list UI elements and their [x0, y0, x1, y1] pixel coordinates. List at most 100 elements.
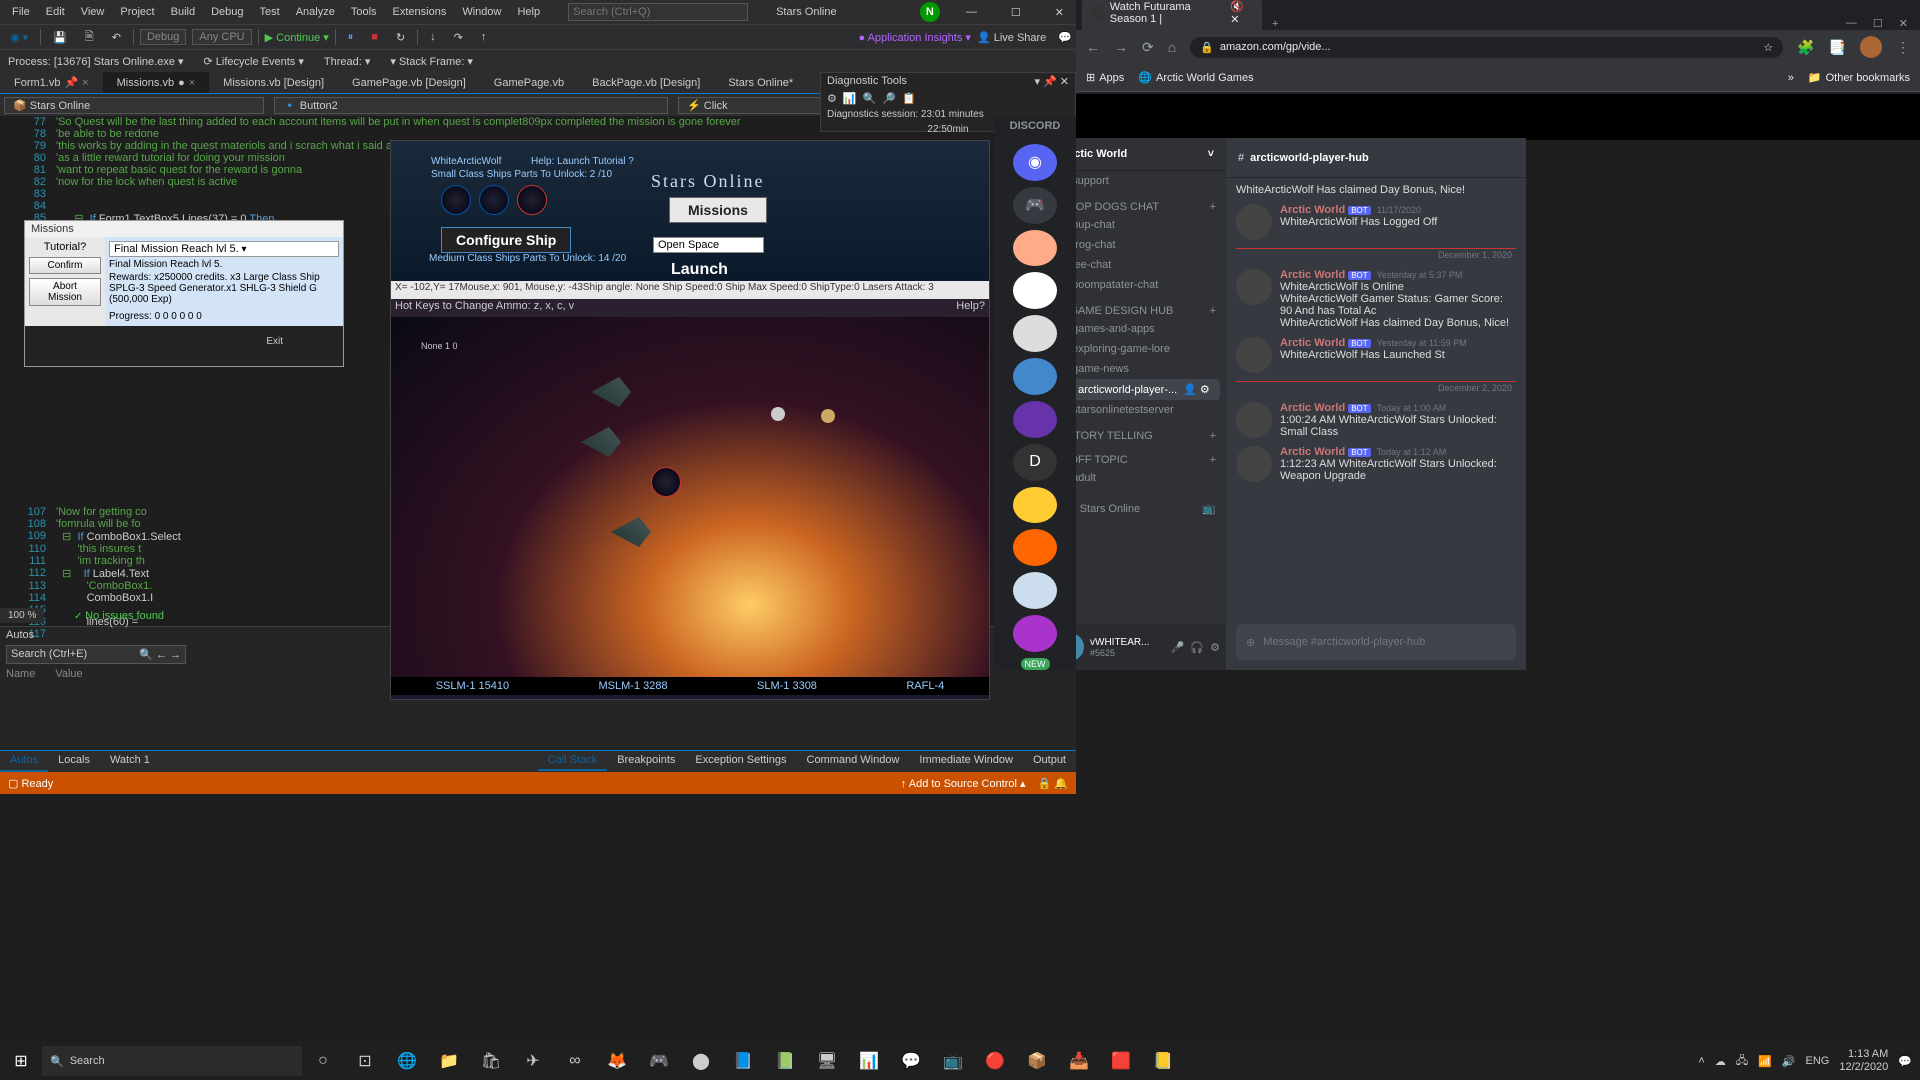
tray-volume-icon[interactable]: 🔊: [1782, 1055, 1796, 1068]
mute-icon[interactable]: 🎤: [1171, 641, 1185, 654]
app-insights[interactable]: ● Application Insights ▾: [858, 31, 970, 44]
cat-offtopic[interactable]: ˅ OFF TOPIC+: [1050, 444, 1226, 468]
channel-games[interactable]: #games-and-apps: [1050, 319, 1226, 339]
tray-wifi-icon[interactable]: 📶: [1758, 1055, 1772, 1068]
server-4[interactable]: [1013, 315, 1057, 352]
channel-player-hub[interactable]: #arcticworld-player-... 👤 ⚙: [1056, 379, 1220, 400]
avatar[interactable]: [1236, 337, 1272, 373]
bookmark-arctic[interactable]: 🌐 Arctic World Games: [1138, 71, 1253, 84]
other-bookmarks[interactable]: 📁 Other bookmarks: [1808, 71, 1910, 84]
enemy-ship-1[interactable]: [591, 377, 631, 407]
apps-button[interactable]: ⊞ Apps: [1086, 71, 1124, 84]
undo-icon[interactable]: ↶: [106, 29, 127, 46]
btab-breakpoints[interactable]: Breakpoints: [607, 751, 685, 771]
target-1[interactable]: [651, 467, 681, 497]
app-icon-5[interactable]: 🔴: [974, 1042, 1016, 1080]
avatar[interactable]: [1236, 446, 1272, 482]
menu-project[interactable]: Project: [112, 4, 162, 20]
diag-close-icon[interactable]: ▾ 📌 ✕: [1034, 75, 1069, 88]
exit-button[interactable]: Exit: [266, 336, 283, 347]
ship-icon-2[interactable]: [479, 185, 509, 215]
close-icon[interactable]: ✕: [1047, 4, 1072, 21]
tab-starsonline[interactable]: Stars Online*: [714, 72, 807, 93]
chrome-min-icon[interactable]: —: [1846, 17, 1857, 30]
chrome-max-icon[interactable]: ☐: [1873, 17, 1883, 30]
url-bar[interactable]: 🔒amazon.com/gp/vide...☆: [1190, 37, 1783, 58]
menu-window[interactable]: Window: [454, 4, 509, 20]
new-tab-icon[interactable]: +: [1262, 18, 1288, 30]
tray-notifications-icon[interactable]: 💬: [1898, 1055, 1912, 1068]
continue-button[interactable]: ▶ Continue ▾: [265, 31, 329, 44]
discord-icon[interactable]: 💬: [890, 1042, 932, 1080]
help-link[interactable]: Help?: [956, 300, 985, 316]
btab-autos[interactable]: Autos: [0, 751, 48, 772]
autos-search[interactable]: Search (Ctrl+E)🔍 ← →: [6, 645, 186, 664]
btab-callstack[interactable]: Call Stack: [538, 751, 608, 771]
server-8[interactable]: [1013, 487, 1057, 524]
deafen-icon[interactable]: 🎧: [1190, 641, 1204, 654]
channel-lee[interactable]: #lee-chat: [1050, 255, 1226, 275]
menu-build[interactable]: Build: [163, 4, 203, 20]
forward-button[interactable]: →: [1114, 39, 1128, 55]
chrome-tab[interactable]: Watch Futurama Season 1 | 🔇 ✕: [1082, 0, 1262, 30]
menu-test[interactable]: Test: [252, 4, 288, 20]
avatar[interactable]: [1236, 269, 1272, 305]
btab-locals[interactable]: Locals: [48, 751, 100, 772]
firefox-icon[interactable]: 🦊: [596, 1042, 638, 1080]
menu-view[interactable]: View: [73, 4, 113, 20]
channel-news[interactable]: #game-news: [1050, 359, 1226, 379]
player-ship[interactable]: [611, 517, 651, 547]
server-1[interactable]: 🎮: [1013, 187, 1057, 224]
server-7[interactable]: D: [1013, 444, 1057, 481]
menu-debug[interactable]: Debug: [203, 4, 251, 20]
app-icon-3[interactable]: 🖥: [806, 1042, 848, 1080]
profile-avatar[interactable]: [1860, 36, 1882, 58]
server-2[interactable]: [1013, 230, 1057, 267]
tray-clock[interactable]: 1:13 AM12/2/2020: [1839, 1048, 1888, 1074]
explorer-icon[interactable]: 📁: [428, 1042, 470, 1080]
platform-combo[interactable]: Any CPU: [192, 29, 251, 45]
reload-icon[interactable]: ⟳: [1142, 39, 1154, 56]
channel-frog[interactable]: #frog-chat: [1050, 235, 1226, 255]
back-icon[interactable]: ◉ ▾: [4, 29, 34, 46]
gear-icon[interactable]: ⚙: [827, 92, 837, 105]
btab-output[interactable]: Output: [1023, 751, 1076, 771]
chrome-icon[interactable]: 🌐: [386, 1042, 428, 1080]
app-icon-1[interactable]: 📘: [722, 1042, 764, 1080]
source-control[interactable]: ↑ Add to Source Control ▴: [901, 777, 1026, 790]
enemy-ship-2[interactable]: [581, 427, 621, 457]
add-attachment-icon[interactable]: ⊕: [1246, 636, 1255, 649]
avatar[interactable]: [1236, 402, 1272, 438]
feedback-icon[interactable]: 💬: [1058, 31, 1072, 44]
menu-edit[interactable]: Edit: [38, 4, 73, 20]
ship-icon-1[interactable]: [441, 185, 471, 215]
save-icon[interactable]: 💾: [47, 29, 73, 46]
xbox-icon[interactable]: 🎮: [638, 1042, 680, 1080]
pause-icon[interactable]: ⏸: [342, 29, 360, 46]
nav-type[interactable]: 🔹 Button2: [274, 97, 668, 114]
server-6[interactable]: [1013, 401, 1057, 438]
tab-gamepage-design[interactable]: GamePage.vb [Design]: [338, 72, 480, 93]
config-combo[interactable]: Debug: [140, 29, 186, 45]
channel-lore[interactable]: #exploring-game-lore: [1050, 339, 1226, 359]
vs-search-input[interactable]: [568, 3, 748, 21]
game-viewport[interactable]: [391, 317, 989, 677]
channel-support[interactable]: #support: [1050, 171, 1226, 191]
tab-gamepage[interactable]: GamePage.vb: [480, 72, 578, 93]
tab-backpage[interactable]: BackPage.vb [Design]: [578, 72, 714, 93]
minecraft-icon[interactable]: 📦: [1016, 1042, 1058, 1080]
missions-button[interactable]: Missions: [669, 197, 767, 223]
server-9[interactable]: [1013, 529, 1057, 566]
stop-icon[interactable]: ■: [365, 29, 384, 45]
app-icon-4[interactable]: 📊: [848, 1042, 890, 1080]
taskview-icon[interactable]: ⊡: [344, 1042, 386, 1080]
menu-tools[interactable]: Tools: [343, 4, 385, 20]
btab-immediate[interactable]: Immediate Window: [909, 751, 1023, 771]
tab-form1[interactable]: Form1.vb 📌 ×: [0, 72, 103, 93]
user-badge[interactable]: N: [920, 2, 940, 22]
tray-cloud-icon[interactable]: ☁: [1715, 1055, 1726, 1068]
cat-topdogs[interactable]: ˅ TOP DOGS CHAT+: [1050, 191, 1226, 215]
zoom-level[interactable]: 100 %: [0, 608, 44, 623]
menu-help[interactable]: Help: [509, 4, 548, 20]
taskbar-search[interactable]: 🔍 Search: [42, 1046, 302, 1076]
